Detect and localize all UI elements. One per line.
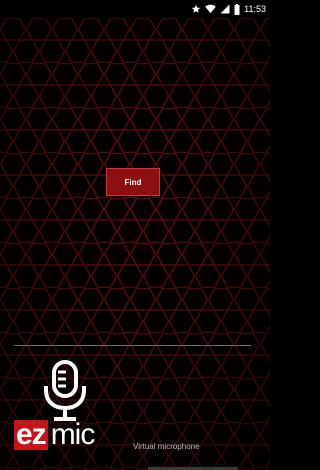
status-bar: 11:53 bbox=[0, 0, 270, 18]
find-button[interactable]: Find bbox=[106, 168, 160, 196]
ezmic-logo: ez mic bbox=[14, 360, 104, 460]
signal-icon bbox=[220, 4, 230, 14]
status-icons: 11:53 bbox=[191, 3, 266, 15]
app-screen: 11:53 Find ez mic Virtual microphone bbox=[0, 0, 270, 470]
star-icon bbox=[191, 4, 201, 14]
tagline: Virtual microphone bbox=[133, 442, 200, 451]
logo-text-ez: ez bbox=[14, 418, 48, 451]
microphone-icon bbox=[44, 360, 86, 421]
battery-icon bbox=[234, 3, 240, 15]
logo-text: ez mic bbox=[14, 418, 96, 451]
logo-text-mic: mic bbox=[50, 418, 96, 451]
status-time: 11:53 bbox=[244, 4, 266, 14]
divider bbox=[14, 345, 251, 346]
wifi-icon bbox=[205, 4, 216, 14]
